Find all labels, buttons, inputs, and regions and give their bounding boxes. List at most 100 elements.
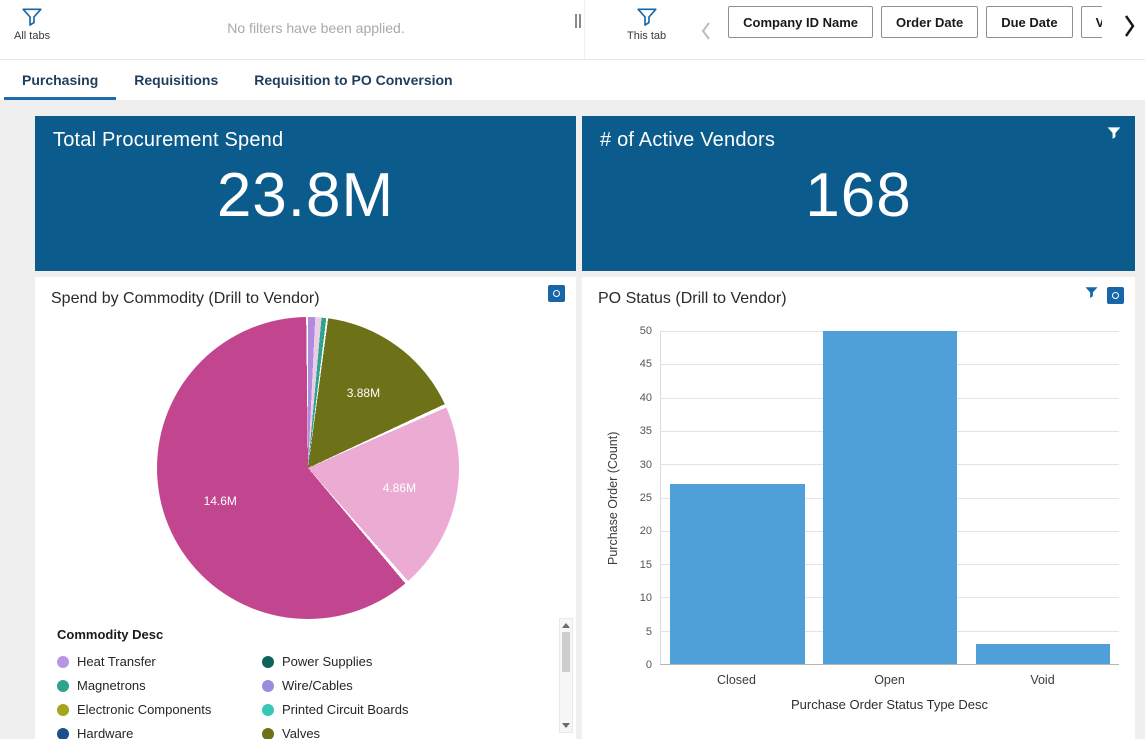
filter-bar: All tabs No filters have been applied. T… (0, 0, 1145, 60)
legend-label: Hardware (77, 726, 133, 739)
legend-item[interactable]: Wire/Cables (262, 678, 542, 693)
x-tick-label: Closed (660, 673, 813, 687)
legend-scrollbar[interactable] (559, 618, 573, 733)
legend-swatch-icon (57, 704, 69, 716)
ring-glyph (553, 290, 560, 297)
x-axis-labels: ClosedOpenVoid (660, 673, 1119, 687)
legend-swatch-icon (57, 728, 69, 739)
legend-label: Power Supplies (282, 654, 372, 669)
po-status-panel: PO Status (Drill to Vendor) Purchase Ord… (582, 277, 1135, 739)
y-axis-ticks: 05101520253035404550 (626, 331, 652, 665)
spend-by-commodity-panel: Spend by Commodity (Drill to Vendor) 3.8… (35, 277, 576, 739)
legend-label: Heat Transfer (77, 654, 156, 669)
bar-void[interactable] (976, 644, 1110, 664)
pie-slice-label: 4.86M (383, 481, 416, 495)
legend-swatch-icon (262, 728, 274, 739)
ring-glyph (1112, 292, 1119, 299)
legend-item[interactable]: Magnetrons (57, 678, 262, 693)
panel-title: Spend by Commodity (Drill to Vendor) (35, 277, 576, 308)
legend-item[interactable]: Electronic Components (57, 702, 262, 717)
pie-slice-label: 14.6M (204, 494, 237, 508)
scroll-up-icon[interactable] (562, 623, 570, 628)
dashboard-canvas: Total Procurement Spend 23.8M # of Activ… (0, 101, 1145, 739)
kpi-title: Total Procurement Spend (35, 116, 576, 152)
filter-funnel-icon (21, 6, 43, 28)
legend-grid: Heat Transfer Power Supplies Magnetrons Wir… (57, 654, 542, 739)
legend-swatch-icon (57, 656, 69, 668)
filter-chip-company-id-name[interactable]: Company ID Name (728, 6, 873, 38)
legend-item[interactable]: Valves (262, 726, 542, 739)
y-tick-label: 30 (640, 459, 652, 471)
legend-swatch-icon (262, 680, 274, 692)
tab-requisition-to-po-conversion[interactable]: Requisition to PO Conversion (236, 60, 470, 100)
legend-item[interactable]: Printed Circuit Boards (262, 702, 542, 717)
kpi-value: 168 (582, 160, 1135, 231)
pin-icon[interactable] (548, 285, 565, 302)
y-tick-label: 20 (640, 525, 652, 537)
y-tick-label: 25 (640, 492, 652, 504)
filter-funnel-icon (636, 6, 658, 28)
bar-column (661, 331, 814, 664)
bar-open[interactable] (823, 331, 957, 664)
y-tick-label: 50 (640, 325, 652, 337)
filter-chips: Company ID Name Order Date Due Date V (728, 6, 1102, 38)
x-axis-title: Purchase Order Status Type Desc (660, 697, 1119, 712)
pin-icon[interactable] (1107, 287, 1124, 304)
legend-label: Printed Circuit Boards (282, 702, 408, 717)
x-tick-label: Open (813, 673, 966, 687)
filter-chip-due-date[interactable]: Due Date (986, 6, 1072, 38)
kpi-value: 23.8M (35, 160, 576, 231)
legend-swatch-icon (57, 680, 69, 692)
kpi-title: # of Active Vendors (582, 116, 1135, 152)
bar-column (966, 331, 1119, 664)
legend-item[interactable]: Heat Transfer (57, 654, 262, 669)
all-tabs-filter-button[interactable]: All tabs (14, 6, 50, 42)
this-tab-filter-button[interactable]: This tab (627, 6, 666, 42)
splitter-handle-icon[interactable] (572, 0, 584, 59)
scroll-thumb[interactable] (562, 632, 570, 672)
legend-item[interactable]: Hardware (57, 726, 262, 739)
all-tabs-label: All tabs (14, 30, 50, 42)
legend-label: Magnetrons (77, 678, 146, 693)
panel-filter-icon[interactable] (1084, 285, 1099, 305)
this-tab-label: This tab (627, 30, 666, 42)
tab-purchasing[interactable]: Purchasing (4, 60, 116, 100)
y-tick-label: 0 (646, 659, 652, 671)
kpi-active-vendors[interactable]: # of Active Vendors 168 (582, 116, 1135, 271)
y-axis-title: Purchase Order (Count) (606, 331, 620, 665)
y-tick-label: 10 (640, 592, 652, 604)
bar-plot (660, 331, 1119, 665)
bars (661, 331, 1119, 664)
legend-label: Wire/Cables (282, 678, 353, 693)
x-tick-label: Void (966, 673, 1119, 687)
legend-label: Valves (282, 726, 320, 739)
filter-chip-truncated[interactable]: V (1081, 6, 1103, 38)
no-filters-message: No filters have been applied. (60, 20, 572, 36)
all-tabs-filter-area: All tabs No filters have been applied. (0, 0, 572, 59)
dashboard-tab-bar: Purchasing Requisitions Requisition to P… (0, 60, 1145, 101)
scroll-down-icon[interactable] (562, 723, 570, 728)
kpi-filter-icon[interactable] (1106, 125, 1122, 146)
pie-chart[interactable]: 3.88M 4.86M 14.6M (157, 317, 459, 619)
tab-requisitions[interactable]: Requisitions (116, 60, 236, 100)
y-tick-label: 35 (640, 425, 652, 437)
kpi-total-procurement-spend[interactable]: Total Procurement Spend 23.8M (35, 116, 576, 271)
y-tick-label: 15 (640, 559, 652, 571)
filter-chip-order-date[interactable]: Order Date (881, 6, 978, 38)
chevron-right-icon[interactable] (1121, 12, 1137, 45)
y-tick-label: 45 (640, 358, 652, 370)
legend-swatch-icon (262, 656, 274, 668)
bar-closed[interactable] (670, 484, 804, 664)
pie-legend: Commodity Desc Heat Transfer Power Suppli… (57, 627, 542, 739)
panel-title: PO Status (Drill to Vendor) (582, 277, 1135, 308)
legend-swatch-icon (262, 704, 274, 716)
legend-item[interactable]: Power Supplies (262, 654, 542, 669)
y-tick-label: 5 (646, 626, 652, 638)
legend-title: Commodity Desc (57, 627, 542, 642)
legend-label: Electronic Components (77, 702, 211, 717)
chevron-left-icon[interactable] (700, 20, 712, 47)
y-tick-label: 40 (640, 392, 652, 404)
bar-column (814, 331, 967, 664)
pie-slice-label: 3.88M (347, 386, 380, 400)
this-tab-filter-area: This tab Company ID Name Order Date Due … (584, 0, 1145, 59)
